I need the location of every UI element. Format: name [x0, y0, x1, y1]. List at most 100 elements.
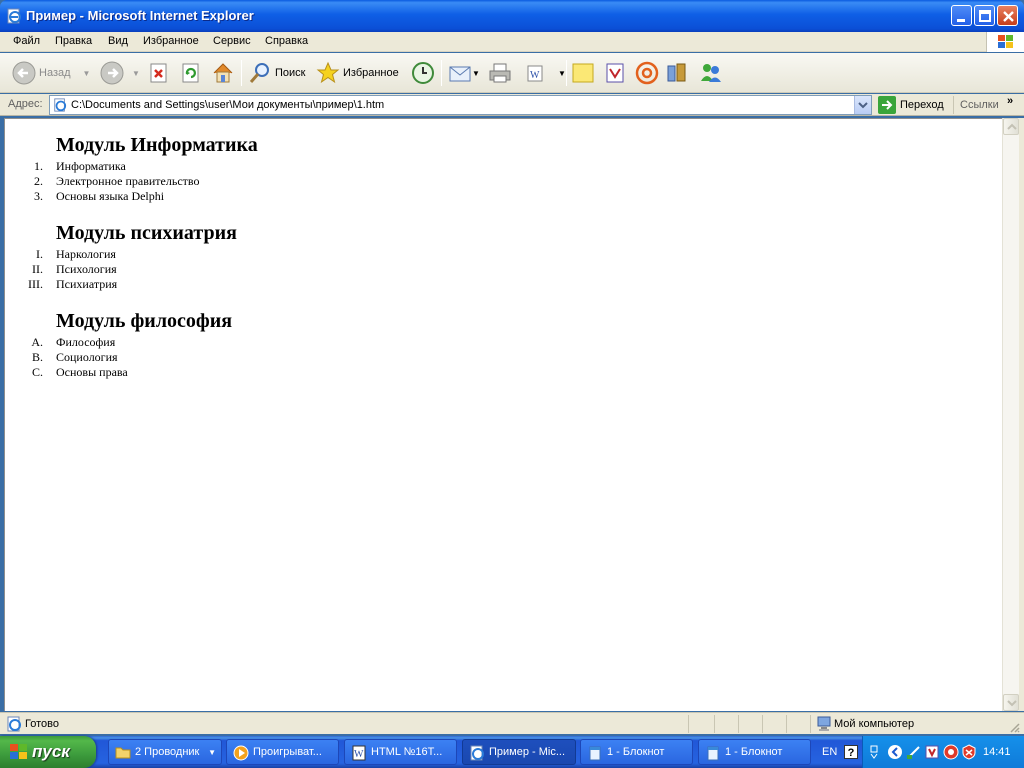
maximize-button[interactable]: [974, 5, 995, 26]
list-item: 1. Информатика: [5, 159, 405, 174]
address-value: C:\Documents and Settings\user\Мои докум…: [71, 99, 385, 111]
links-chevron-icon[interactable]: »: [1007, 95, 1013, 107]
page-content: Модуль Информатика 1. Информатика 2. Эле…: [4, 118, 1002, 711]
list-item: I. Наркология: [5, 247, 405, 262]
menu-edit[interactable]: Правка: [55, 35, 92, 47]
antivirus-icon[interactable]: [943, 744, 959, 760]
language-indicator[interactable]: EN: [822, 746, 837, 758]
back-arrow-icon: [12, 61, 36, 85]
taskbar-item-ie-example[interactable]: Пример - Mic...: [462, 739, 576, 765]
research-button[interactable]: [603, 59, 627, 87]
chevron-up-icon: [1007, 123, 1017, 130]
window-frame-right: [1019, 118, 1024, 711]
list-marker: C.: [31, 365, 43, 379]
status-text: Готово: [25, 718, 59, 730]
search-icon: [249, 63, 269, 83]
notepad-icon: [707, 746, 719, 761]
my-computer-icon: [817, 716, 831, 735]
messenger-button[interactable]: [698, 59, 724, 87]
list-item-text: Информатика: [56, 159, 126, 173]
network-icon[interactable]: [906, 744, 922, 760]
print-button[interactable]: [487, 59, 513, 87]
menu-view[interactable]: Вид: [108, 35, 128, 47]
menu-tools[interactable]: Сервис: [213, 35, 251, 47]
favorites-label: Избранное: [343, 67, 399, 79]
scroll-up-button[interactable]: [1003, 118, 1019, 135]
menu-favorites[interactable]: Избранное: [143, 35, 199, 47]
list-marker: B.: [31, 350, 43, 364]
list-item: A. Философия: [5, 335, 405, 350]
search-label: Поиск: [275, 67, 306, 79]
discuss-button[interactable]: [571, 59, 595, 87]
page-done-icon: [6, 716, 22, 735]
taskbar-item-media-player[interactable]: Проигрыват...: [226, 739, 339, 765]
edit-word-icon: W: [527, 65, 543, 82]
list-item-text: Психиатрия: [56, 277, 118, 291]
minimize-button[interactable]: [951, 5, 972, 26]
taskbar-item-word-doc[interactable]: W HTML №16Т...: [344, 739, 457, 765]
back-button[interactable]: Назад ▼: [12, 59, 90, 87]
taskbar-item-notepad[interactable]: 1 - Блокнот: [580, 739, 693, 765]
back-label: Назад: [39, 67, 71, 79]
resize-grip-icon[interactable]: [1008, 721, 1020, 733]
taskbar-item-label: HTML №16Т...: [371, 746, 443, 758]
title-bar[interactable]: Пример - Microsoft Internet Explorer: [0, 0, 1024, 32]
mail-dropdown-icon[interactable]: ▼: [472, 69, 480, 78]
scroll-down-button[interactable]: [1003, 694, 1019, 711]
taskbar-item-explorer[interactable]: 2 Проводник ▼: [108, 739, 222, 765]
restore-arrows-icon[interactable]: [869, 744, 879, 760]
address-dropdown-button[interactable]: [854, 96, 871, 114]
security-shield-icon[interactable]: [961, 744, 977, 760]
stop-button[interactable]: [148, 59, 170, 87]
security-zone-text: Мой компьютер: [834, 718, 915, 730]
favorites-button[interactable]: Избранное: [316, 59, 399, 87]
close-button[interactable]: [997, 5, 1018, 26]
media-player-icon: [233, 745, 249, 761]
history-button[interactable]: [411, 59, 435, 87]
media-button[interactable]: [665, 59, 689, 87]
vertical-scrollbar[interactable]: [1002, 118, 1019, 711]
address-input[interactable]: C:\Documents and Settings\user\Мои докум…: [49, 95, 872, 115]
search-button[interactable]: Поиск: [248, 59, 305, 87]
research-tray-icon[interactable]: [924, 744, 940, 760]
links-button[interactable]: Ссылки: [953, 96, 999, 114]
forward-button[interactable]: ▼: [100, 59, 140, 87]
list-marker: III.: [28, 277, 43, 291]
go-button[interactable]: Переход: [878, 96, 944, 114]
forward-dropdown-icon[interactable]: ▼: [132, 69, 140, 78]
clock[interactable]: 14:41: [983, 746, 1011, 758]
edit-dropdown-icon[interactable]: ▼: [558, 69, 566, 78]
messenger-mail-button[interactable]: [635, 59, 659, 87]
menu-bar: Файл Правка Вид Избранное Сервис Справка: [0, 32, 1024, 52]
taskbar-item-notepad[interactable]: 1 - Блокнот: [698, 739, 811, 765]
window-title: Пример - Microsoft Internet Explorer: [26, 8, 254, 23]
list-item: 3. Основы языка Delphi: [5, 189, 405, 204]
menu-file[interactable]: Файл: [13, 35, 40, 47]
ie-page-icon: [6, 8, 22, 24]
folder-icon: [115, 747, 131, 759]
minimize-icon: [957, 19, 965, 22]
system-tray: 14:41: [862, 736, 1024, 768]
language-help-button[interactable]: ?: [844, 745, 858, 759]
refresh-icon: [182, 63, 199, 83]
home-button[interactable]: [211, 59, 235, 87]
address-label: Адрес:: [8, 98, 43, 110]
back-dropdown-icon[interactable]: ▼: [83, 69, 91, 78]
list-item-text: Философия: [56, 335, 116, 349]
mail-button[interactable]: ▼: [448, 59, 480, 87]
toolbar-separator: [241, 60, 242, 86]
menu-help[interactable]: Справка: [265, 35, 308, 47]
start-button[interactable]: пуск: [0, 736, 96, 768]
section-heading-philosophy: Модуль философия: [56, 310, 233, 332]
list-marker: 1.: [34, 159, 43, 173]
list-item-text: Социология: [56, 350, 118, 364]
edit-button[interactable]: W ▼: [524, 59, 566, 87]
research-icon: [606, 63, 624, 83]
favorites-star-icon: [316, 61, 340, 84]
refresh-button[interactable]: [180, 59, 202, 87]
forward-arrow-icon: [100, 61, 124, 85]
section-heading-psychiatry: Модуль психиатрия: [56, 222, 237, 244]
list-marker: 2.: [34, 174, 43, 188]
tray-back-icon[interactable]: [887, 744, 903, 760]
go-label: Переход: [900, 99, 944, 111]
